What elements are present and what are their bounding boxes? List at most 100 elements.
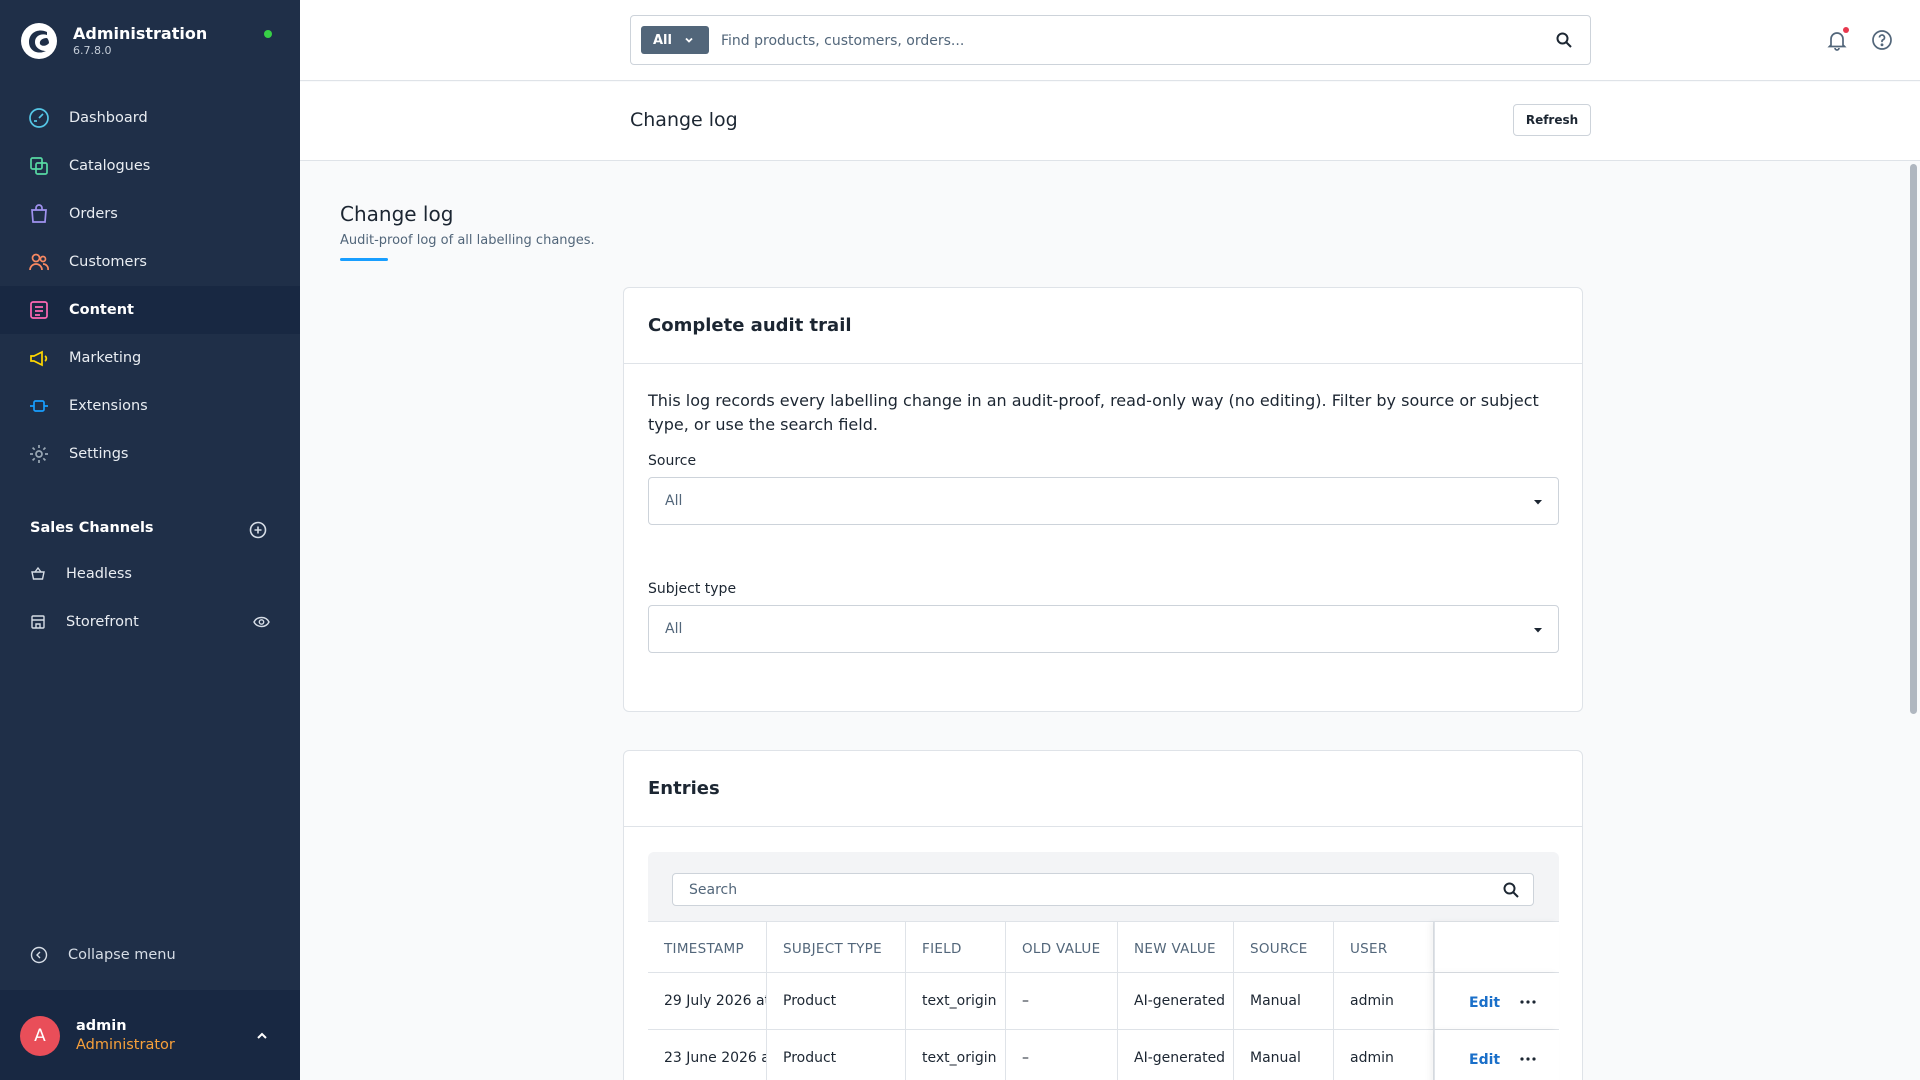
main-nav: Dashboard Catalogues Orders Customers Co…: [0, 94, 300, 478]
nav-item-catalogues[interactable]: Catalogues: [0, 142, 300, 190]
eye-icon[interactable]: [253, 615, 270, 629]
column-header-source[interactable]: SOURCE: [1234, 922, 1334, 972]
more-options-icon[interactable]: [1520, 1000, 1536, 1004]
subject-type-select[interactable]: All: [648, 605, 1559, 653]
nav-label: Customers: [69, 254, 147, 270]
table-header-row: TIMESTAMP SUBJECT TYPE FIELD OLD VALUE N…: [648, 922, 1559, 973]
user-role: Administrator: [76, 1037, 175, 1053]
search-icon[interactable]: [1502, 881, 1520, 899]
storefront-icon: [31, 615, 45, 629]
column-header-new-value[interactable]: NEW VALUE: [1118, 922, 1234, 972]
brand[interactable]: Administration 6.7.8.0: [20, 22, 207, 60]
more-options-icon[interactable]: [1520, 1057, 1536, 1061]
page-header: Change log Refresh: [300, 82, 1920, 161]
avatar: A: [20, 1016, 60, 1056]
cell-field: text_origin: [906, 1030, 1006, 1080]
source-select-value: All: [665, 493, 683, 509]
status-dot: [264, 30, 272, 38]
cell-subject-type: Product: [767, 973, 906, 1029]
app-version: 6.7.8.0: [73, 44, 112, 57]
entries-card: Entries TIMESTAMP SUBJECT TYPE FIELD OLD…: [623, 750, 1583, 1080]
table-row: 29 July 2026 at Product text_origin – AI…: [648, 973, 1559, 1030]
table-row: 23 June 2026 a Product text_origin – AI-…: [648, 1030, 1559, 1080]
nav-item-dashboard[interactable]: Dashboard: [0, 94, 300, 142]
source-label: Source: [648, 453, 697, 469]
cell-user: admin: [1334, 973, 1434, 1029]
nav-label: Orders: [69, 206, 118, 222]
search-type-dropdown[interactable]: All: [641, 26, 709, 54]
source-select[interactable]: All: [648, 477, 1559, 525]
cell-old-value: –: [1006, 973, 1118, 1029]
cell-source: Manual: [1234, 1030, 1334, 1080]
column-header-subject-type[interactable]: SUBJECT TYPE: [767, 922, 906, 972]
cell-field: text_origin: [906, 973, 1006, 1029]
add-sales-channel-icon[interactable]: [249, 521, 267, 539]
actions-column-header: [1434, 922, 1559, 972]
nav-label: Extensions: [69, 398, 148, 414]
page-title: Change log: [630, 109, 738, 131]
entries-search: [672, 873, 1534, 906]
nav-item-orders[interactable]: Orders: [0, 190, 300, 238]
nav-label: Dashboard: [69, 110, 148, 126]
help-icon[interactable]: [1871, 29, 1893, 51]
chevron-down-icon: [1534, 500, 1542, 505]
subject-type-select-value: All: [665, 621, 683, 637]
edit-link[interactable]: Edit: [1469, 1052, 1500, 1068]
tab-underline: [340, 258, 388, 261]
nav-item-customers[interactable]: Customers: [0, 238, 300, 286]
entries-table: TIMESTAMP SUBJECT TYPE FIELD OLD VALUE N…: [648, 921, 1559, 1080]
nav-label: Catalogues: [69, 158, 151, 174]
cell-user: admin: [1334, 1030, 1434, 1080]
app-title: Administration: [73, 24, 208, 43]
cell-new-value: AI-generated: [1118, 1030, 1234, 1080]
row-actions: Edit: [1434, 1030, 1559, 1080]
cell-new-value: AI-generated: [1118, 973, 1234, 1029]
entries-card-title: Entries: [624, 751, 1582, 827]
sales-channel-headless[interactable]: Headless: [0, 550, 300, 598]
nav-label: Marketing: [69, 350, 142, 366]
page-scrollbar[interactable]: [1906, 162, 1920, 1080]
collapse-menu-label: Collapse menu: [68, 947, 176, 963]
user-menu[interactable]: A admin Administrator: [0, 990, 300, 1080]
search-icon[interactable]: [1555, 31, 1573, 49]
chevron-down-icon: [685, 37, 693, 43]
entries-search-input[interactable]: [689, 881, 1469, 899]
cell-source: Manual: [1234, 973, 1334, 1029]
column-header-field[interactable]: FIELD: [906, 922, 1006, 972]
nav-label: Content: [69, 302, 134, 318]
catalogue-icon: [28, 155, 50, 177]
channel-label: Headless: [66, 566, 132, 582]
sales-channel-storefront[interactable]: Storefront: [0, 598, 300, 646]
sales-channels-title: Sales Channels: [30, 520, 154, 536]
column-header-timestamp[interactable]: TIMESTAMP: [648, 922, 767, 972]
search-type-label: All: [653, 32, 672, 48]
column-header-user[interactable]: USER: [1334, 922, 1434, 972]
subject-type-label: Subject type: [648, 581, 737, 597]
audit-description: This log records every labelling change …: [648, 391, 1539, 434]
chevron-down-icon: [1534, 628, 1542, 633]
column-header-old-value[interactable]: OLD VALUE: [1006, 922, 1118, 972]
content-icon: [28, 299, 50, 321]
refresh-button[interactable]: Refresh: [1513, 104, 1591, 136]
collapse-menu-button[interactable]: Collapse menu: [30, 946, 176, 964]
nav-item-settings[interactable]: Settings: [0, 430, 300, 478]
global-search-input[interactable]: [721, 28, 1521, 54]
nav-item-extensions[interactable]: Extensions: [0, 382, 300, 430]
sidebar: Administration 6.7.8.0 Dashboard Catalog…: [0, 0, 300, 1080]
chevron-up-icon[interactable]: [255, 1029, 269, 1043]
edit-link[interactable]: Edit: [1469, 995, 1500, 1011]
cell-timestamp: 23 June 2026 a: [648, 1030, 767, 1080]
global-search: All: [630, 15, 1591, 65]
top-bar: All: [300, 0, 1920, 81]
notification-badge: [1843, 27, 1849, 33]
settings-icon: [28, 443, 50, 465]
scrollbar-thumb[interactable]: [1910, 164, 1917, 714]
channel-label: Storefront: [66, 614, 139, 630]
extensions-icon: [28, 395, 50, 417]
orders-icon: [28, 203, 50, 225]
main-content: Change log Audit-proof log of all labell…: [300, 162, 1906, 1080]
row-actions: Edit: [1434, 973, 1559, 1029]
nav-label: Settings: [69, 446, 129, 462]
nav-item-content[interactable]: Content: [0, 286, 300, 334]
nav-item-marketing[interactable]: Marketing: [0, 334, 300, 382]
